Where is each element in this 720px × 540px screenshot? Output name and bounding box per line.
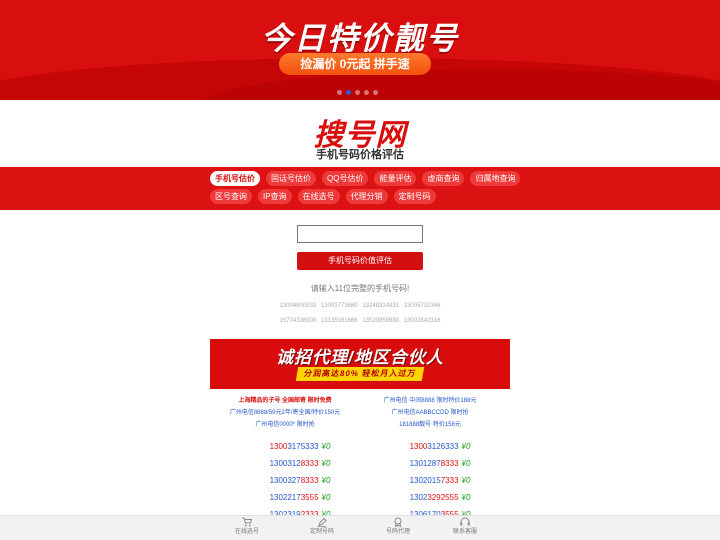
banner-pill: 捡漏价 0元起 拼手速 [279,53,431,75]
feature-nav: 手机号估价 固话号估价 QQ号估价 能量评估 虚商查询 归属地查询 区号查询 I… [0,167,720,210]
nav-item-energy[interactable]: 能量评估 [374,171,417,186]
nav-item-agent[interactable]: 代理分销 [345,189,388,204]
nav-item-area-code[interactable]: 区号查询 [210,189,252,204]
ad-link[interactable]: 广州电信AABBCCDD 限时抢 [355,407,505,419]
price-label: ¥0 [321,459,331,468]
nav-item-location[interactable]: 归属地查询 [470,171,521,186]
evaluate-button[interactable]: 手机号码价值评估 [297,252,423,270]
price-label: ¥0 [461,493,471,502]
sample-number[interactable]: 13005731346 [404,303,441,309]
number-listing[interactable]: 13012878333 ¥0 [365,455,515,472]
badge-icon [394,517,402,527]
number-listing[interactable]: 13003128333 ¥0 [225,455,375,472]
bottom-nav-online-select[interactable]: 在线选号 [217,517,277,537]
bottom-nav-custom[interactable]: 定制号码 [292,517,352,537]
bottom-nav-label: 定制号码 [309,529,334,535]
banner-title: 今日特价靓号 [261,21,459,56]
sample-number[interactable]: 13520859988 [362,318,399,324]
nav-item-ip[interactable]: IP查询 [258,189,292,204]
sample-number[interactable]: 13135161666 [321,318,358,324]
price-label: ¥0 [461,459,471,468]
number-list-right: 13003126333 ¥0 13012878333 ¥0 13020157333 ¥… [365,438,515,523]
pen-icon [318,517,327,527]
bottom-nav-label: 在线选号 [234,529,259,535]
nav-row: 手机号估价 固话号估价 QQ号估价 能量评估 虚商查询 归属地查询 [210,171,521,186]
promo-banner[interactable]: 今日特价靓号 捡漏价 0元起 拼手速 [0,0,720,100]
sample-numbers: 13004800933 13003773680 13248314831 1300… [0,303,720,309]
nav-item-qq-appraisal[interactable]: QQ号估价 [322,171,369,186]
number-listing[interactable]: 13022173555 ¥0 [225,489,375,506]
cart-icon [242,517,253,527]
promo-title: 诚招代理/地区合伙人 [276,348,444,367]
price-label: ¥0 [461,442,471,451]
phone-number-input[interactable] [297,225,423,243]
carousel-dot[interactable] [364,90,369,95]
carousel-dot-active[interactable] [346,90,351,95]
ad-link[interactable]: 广州电信 中间8888 限时特价188元 [355,395,505,407]
ad-link[interactable]: 广州电信0000* 限时抢 [210,419,360,431]
carousel-indicator [337,90,378,96]
number-listing[interactable]: 13003126333 ¥0 [365,438,515,455]
headset-icon [460,517,470,526]
carousel-dot[interactable] [355,90,360,95]
sample-number[interactable]: 13004800933 [280,303,317,309]
bottom-nav-label: 联系客服 [452,529,477,535]
ad-link[interactable]: 181888靓号 特价158元 [355,419,505,431]
number-list-left: 13003175333 ¥0 13003128333 ¥0 13003278333 ¥… [225,438,375,523]
ad-column-right: 广州电信 中间8888 限时特价188元 广州电信AABBCCDD 限时抢 18… [355,395,505,431]
sample-number[interactable]: 13248314831 [362,303,399,309]
promo-subtitle: 分润高达80% 轻松月入过万 [295,367,425,381]
bottom-nav-service[interactable]: 联系客服 [435,517,495,537]
page: 今日特价靓号 捡漏价 0元起 拼手速 搜号网 手机号码价格评估 手机号估价 固话… [0,0,720,540]
price-label: ¥0 [321,442,331,451]
site-subtitle: 手机号码价格评估 [316,149,404,161]
bottom-nav-agent[interactable]: 号码代理 [368,517,428,537]
carousel-dot[interactable] [337,90,342,95]
nav-item-mvno[interactable]: 虚商查询 [422,171,465,186]
sample-number[interactable]: 15774336900 [280,318,317,324]
ad-link[interactable]: 广州电信8888/59元2年/寄全国/特价150元 [210,407,360,419]
nav-item-landline-appraisal[interactable]: 固话号估价 [266,171,316,186]
price-label: ¥0 [321,476,331,485]
price-label: ¥0 [321,493,331,502]
carousel-dot[interactable] [373,90,378,95]
nav-row: 区号查询 IP查询 在线选号 代理分销 定制号码 [210,189,436,204]
ad-link[interactable]: 上海精品的子号 全国邮寄 限时免费 [210,395,360,407]
input-hint: 请输入11位完整的手机号码! [310,284,410,293]
number-listing[interactable]: 13020157333 ¥0 [365,472,515,489]
number-listing[interactable]: 13003278333 ¥0 [225,472,375,489]
price-label: ¥0 [461,476,471,485]
agent-recruit-banner[interactable]: 诚招代理/地区合伙人 分润高达80% 轻松月入过万 [210,339,510,389]
bottom-nav: 在线选号 定制号码 号码代理 联系客服 [0,515,720,540]
nav-item-online-select[interactable]: 在线选号 [297,189,340,204]
nav-item-mobile-appraisal[interactable]: 手机号估价 [210,171,260,186]
nav-item-custom[interactable]: 定制号码 [393,189,436,204]
sample-number[interactable]: 13003773680 [321,303,358,309]
sample-numbers: 15774336900 13135161666 13520859988 1300… [0,318,720,324]
bottom-nav-label: 号码代理 [385,529,410,535]
number-listing[interactable]: 13003175333 ¥0 [225,438,375,455]
number-listing[interactable]: 13023292555 ¥0 [365,489,515,506]
ad-column-left: 上海精品的子号 全国邮寄 限时免费 广州电信8888/59元2年/寄全国/特价1… [210,395,360,431]
sample-number[interactable]: 13002842316 [404,318,441,324]
